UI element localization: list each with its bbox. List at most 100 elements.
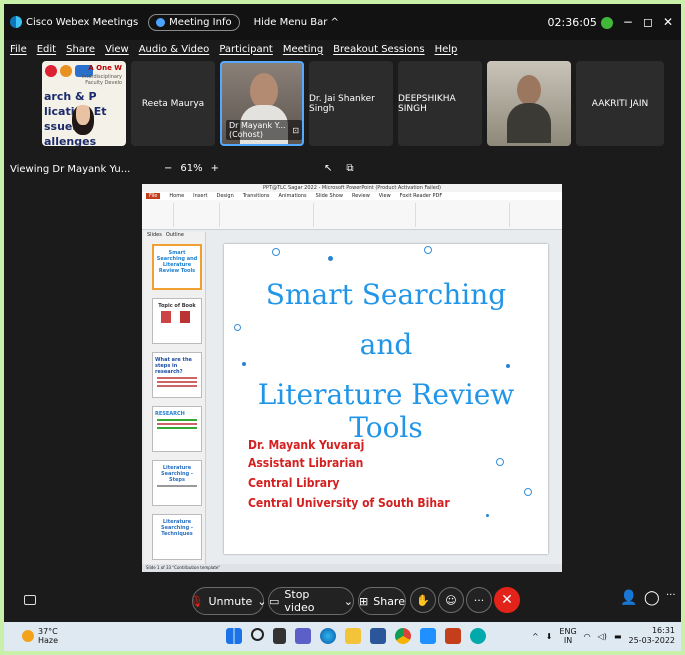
more-panel-icon[interactable]: ··· (666, 590, 676, 601)
stop-video-label: Stop video (284, 588, 315, 614)
zoom-in-button[interactable]: + (211, 163, 219, 174)
menu-share[interactable]: Share (66, 44, 95, 55)
viewing-bar: Viewing Dr Mayank Yu... − 61% + ↖ ⧉ (4, 162, 681, 180)
participant-tile-active-speaker[interactable]: Dr Mayank Y... (Cohost) ⊡ (220, 61, 304, 146)
participant-tile[interactable]: DEEPSHIKHA SINGH (398, 61, 482, 146)
search-icon[interactable] (251, 628, 264, 641)
clock[interactable]: 16:31 25-03-2022 (629, 626, 676, 646)
menu-view[interactable]: View (105, 44, 129, 55)
hide-menu-bar-button[interactable]: Hide Menu Bar ^ (254, 17, 339, 28)
chrome-icon[interactable] (395, 628, 411, 644)
edge-browser-icon[interactable] (320, 628, 336, 644)
ppt-tab[interactable]: Home (169, 193, 184, 199)
slide-thumbnail[interactable]: 6 Literature Searching - Techniques (152, 514, 202, 560)
unmute-label: Unmute (208, 594, 253, 608)
remote-control-icon[interactable]: ↖ (324, 163, 332, 174)
close-window-button[interactable]: ✕ (663, 15, 673, 29)
slide-department: Central Library (248, 476, 340, 490)
weather-widget[interactable]: 37°C Haze (22, 627, 58, 645)
more-options-button[interactable]: ··· (466, 587, 492, 613)
ppt-status-bar: Slide 1 of 33 "Contribution template" (142, 564, 562, 572)
panel-tab-outline[interactable]: Outline (166, 232, 184, 240)
ppt-tab[interactable]: Insert (193, 193, 207, 199)
ppt-tab[interactable]: File (146, 193, 161, 199)
volume-icon[interactable]: ◁) (598, 632, 607, 641)
participants-icon[interactable]: 👤 (620, 590, 637, 606)
end-meeting-button[interactable]: ✕ (494, 587, 520, 613)
chat-icon[interactable] (24, 595, 36, 605)
panel-tab-slides[interactable]: Slides (147, 232, 162, 240)
menu-file[interactable]: File (10, 44, 27, 55)
system-tray: ^ ⬇ ENG IN ◠ ◁) ▬ 16:31 25-03-2022 (532, 626, 675, 646)
ribbon-group-paragraph (316, 203, 416, 227)
slide-title-line-1: Smart Searching (265, 278, 507, 311)
more-icon: ··· (473, 593, 485, 607)
location-icon[interactable]: ⬇ (546, 632, 553, 641)
store-icon[interactable] (420, 628, 436, 644)
webex-taskbar-icon[interactable] (470, 628, 486, 644)
reactions-button[interactable]: ☺ (438, 587, 464, 613)
participant-tile[interactable]: Reeta Maurya (131, 61, 215, 146)
ppt-ribbon-tabs: File Home Insert Design Transitions Anim… (142, 192, 562, 200)
battery-icon[interactable]: ▬ (614, 632, 622, 641)
participant-face (250, 73, 278, 109)
taskbar-apps (226, 628, 486, 644)
slide-thumbnail[interactable]: 1 Smart Searching and Literature Review … (152, 244, 202, 290)
ribbon-group-clipboard (144, 203, 174, 227)
menu-breakout-sessions[interactable]: Breakout Sessions (333, 44, 424, 55)
participant-tile-video[interactable] (487, 61, 571, 146)
slide-organization: Central University of South Bihar (248, 496, 450, 510)
ppt-tab[interactable]: Animations (279, 193, 307, 199)
windows-start-icon[interactable] (226, 628, 242, 644)
recording-status-icon (600, 16, 613, 29)
file-explorer-icon[interactable] (345, 628, 361, 644)
zoom-out-button[interactable]: − (164, 163, 172, 174)
menu-audio-video[interactable]: Audio & Video (139, 44, 210, 55)
reactions-hand-button[interactable]: ✋ (410, 587, 436, 613)
chevron-down-icon: ⌄ (257, 594, 267, 608)
app-name: Cisco Webex Meetings (26, 16, 139, 28)
webex-logo-icon (10, 16, 22, 28)
org-logo-icon (45, 65, 57, 77)
slide-thumbnail[interactable]: 2 Topic of Book (152, 298, 202, 344)
ppt-ribbon (142, 200, 562, 230)
meeting-info-button[interactable]: Meeting Info (148, 13, 240, 31)
ppt-tab[interactable]: Foxit Reader PDF (400, 193, 443, 199)
ppt-tab[interactable]: Review (352, 193, 370, 199)
slide-thumbnail[interactable]: 3 What are the steps in research? (152, 352, 202, 398)
participant-tile[interactable]: Dr. Jai Shanker Singh (309, 61, 393, 146)
ppt-tab[interactable]: View (379, 193, 391, 199)
teams-chat-icon[interactable] (295, 628, 311, 644)
webex-window: Cisco Webex Meetings Meeting Info Hide M… (4, 4, 681, 651)
title-bar: Cisco Webex Meetings Meeting Info Hide M… (4, 4, 681, 40)
language-indicator[interactable]: ENG IN (559, 627, 576, 645)
slide-thumbnail[interactable]: 5 Literature Searching - Steps (152, 460, 202, 506)
minimize-button[interactable]: − (623, 15, 633, 29)
ppt-tab[interactable]: Slide Show (316, 193, 343, 199)
chat-bubble-icon[interactable]: ◯ (644, 590, 660, 606)
ppt-window-title: PPT@TLC Sagar 2022 - Microsoft PowerPoin… (142, 184, 562, 192)
share-button[interactable]: ⊞ Share (358, 587, 406, 615)
meeting-info-label: Meeting Info (169, 16, 232, 28)
task-view-icon[interactable] (273, 628, 286, 644)
unmute-button[interactable]: 🎙 Unmute ⌄ (190, 587, 267, 615)
menu-edit[interactable]: Edit (37, 44, 56, 55)
menu-participant[interactable]: Participant (219, 44, 273, 55)
chevron-up-icon[interactable]: ^ (532, 632, 539, 641)
ppt-tab[interactable]: Transitions (243, 193, 270, 199)
menu-help[interactable]: Help (435, 44, 458, 55)
participant-name: DEEPSHIKHA SINGH (398, 93, 456, 114)
slide-thumbnail[interactable]: 4 RESEARCH (152, 406, 202, 452)
restore-button[interactable]: ◻ (643, 15, 653, 29)
wifi-icon[interactable]: ◠ (584, 632, 591, 641)
ribbon-group-drawing (418, 203, 510, 227)
title-bar-right: 02:36:05 − ◻ ✕ (548, 4, 674, 40)
stop-video-button[interactable]: ▭ Stop video ⌄ (268, 587, 354, 615)
participant-tile[interactable]: AAKRITI JAIN (576, 61, 664, 146)
menu-meeting[interactable]: Meeting (283, 44, 323, 55)
fit-to-window-icon[interactable]: ⧉ (346, 163, 353, 174)
powerpoint-icon[interactable] (445, 628, 461, 644)
participant-tile-shared-video[interactable]: A One W Interdisciplinary Faculty Develo… (42, 61, 126, 146)
ppt-tab[interactable]: Design (216, 193, 233, 199)
word-icon[interactable] (370, 628, 386, 644)
